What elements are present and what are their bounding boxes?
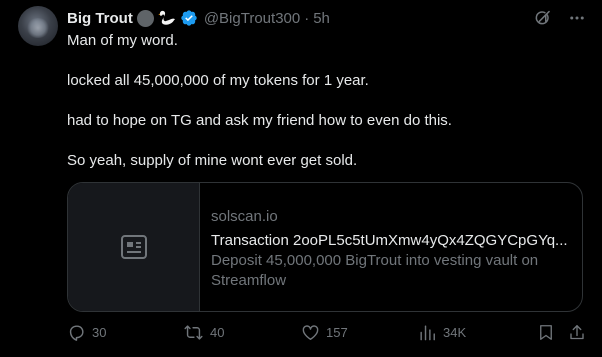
separator-dot: ·	[304, 9, 310, 27]
card-title: Transaction 2ooPL5c5tUmXmw4yQx4ZQGYCpGYq…	[211, 232, 568, 249]
link-card[interactable]: solscan.io Transaction 2ooPL5c5tUmXmw4yQ…	[67, 182, 583, 312]
tweet-line-blank	[67, 51, 587, 71]
author-name[interactable]: Big Trout	[67, 10, 133, 27]
tweet-line: So yeah, supply of mine wont ever get so…	[67, 152, 358, 169]
share-button[interactable]	[568, 323, 586, 342]
repost-count: 40	[210, 325, 225, 340]
grok-icon[interactable]	[532, 8, 552, 28]
header-actions	[532, 8, 586, 28]
repost-button[interactable]: 40	[183, 323, 224, 342]
heart-icon	[301, 323, 320, 342]
views-button[interactable]: 34K	[418, 323, 466, 342]
views-count: 34K	[443, 325, 467, 340]
swan-icon	[157, 10, 177, 27]
tweet-line-blank	[67, 91, 587, 111]
timestamp[interactable]: 5h	[313, 10, 330, 27]
author-handle[interactable]: @BigTrout300	[204, 10, 300, 27]
more-options-icon[interactable]	[568, 9, 586, 27]
card-domain: solscan.io	[211, 208, 278, 225]
card-info: solscan.io Transaction 2ooPL5c5tUmXmw4yQ…	[211, 207, 572, 291]
avatar[interactable]	[18, 6, 58, 46]
tweet-line: had to hope on TG and ask my friend how …	[67, 112, 452, 129]
bookmark-icon	[537, 323, 555, 342]
tweet[interactable]: Big Trout @BigTrout300 · 5h Man of my wo…	[0, 0, 602, 357]
tweet-line-blank	[67, 131, 587, 151]
like-button[interactable]: 157	[301, 323, 348, 342]
tweet-text: Man of my word. locked all 45,000,000 of…	[67, 31, 587, 171]
card-thumbnail	[68, 183, 200, 311]
reply-icon	[67, 323, 86, 342]
tweet-header: Big Trout @BigTrout300 · 5h	[67, 6, 586, 30]
new-moon-icon	[136, 9, 154, 27]
reply-count: 30	[92, 325, 107, 340]
tweet-line: locked all 45,000,000 of my tokens for 1…	[67, 72, 369, 89]
verified-badge-icon[interactable]	[180, 9, 198, 27]
article-icon	[120, 234, 148, 260]
reply-button[interactable]: 30	[67, 323, 106, 342]
card-description: Deposit 45,000,000 BigTrout into vesting…	[211, 252, 539, 289]
repost-icon	[183, 323, 204, 342]
tweet-line: Man of my word.	[67, 32, 178, 49]
bookmark-button[interactable]	[537, 323, 555, 342]
like-count: 157	[326, 325, 348, 340]
share-icon	[568, 323, 586, 342]
views-icon	[418, 323, 437, 342]
author-emoji	[136, 9, 177, 27]
tweet-actions: 30 40 157 34K	[67, 323, 587, 347]
